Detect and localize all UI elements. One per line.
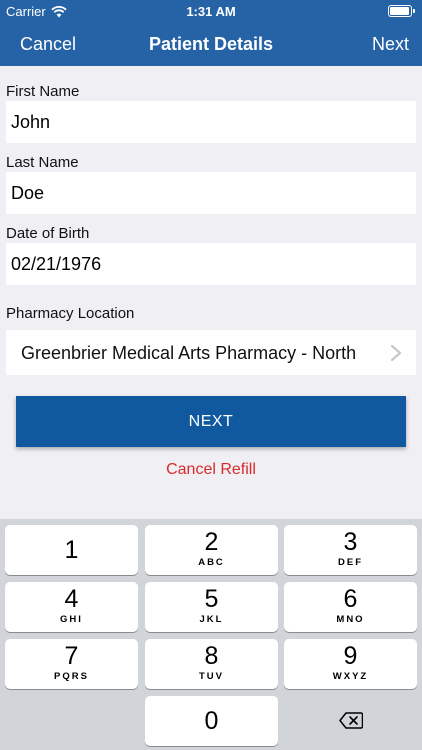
- pharmacy-location-select[interactable]: Greenbrier Medical Arts Pharmacy - North: [6, 330, 416, 375]
- next-button[interactable]: NEXT: [16, 396, 406, 447]
- key-letters: PQRS: [54, 671, 89, 682]
- key-letters: MNO: [336, 614, 365, 625]
- next-nav-button[interactable]: Next: [372, 34, 409, 55]
- key-letters: TUV: [199, 671, 224, 682]
- key-letters: JKL: [199, 614, 224, 625]
- delete-key[interactable]: [284, 696, 417, 746]
- numeric-keypad: 1 2 ABC 3 DEF 4 GHI 5 JKL 6 MNO 7 PQRS 8…: [0, 519, 422, 750]
- key-1[interactable]: 1: [5, 525, 138, 575]
- key-2[interactable]: 2 ABC: [145, 525, 278, 575]
- key-letters: GHI: [60, 614, 83, 625]
- last-name-label: Last Name: [6, 154, 79, 171]
- cancel-button[interactable]: Cancel: [20, 34, 76, 55]
- key-5[interactable]: 5 JKL: [145, 582, 278, 632]
- dob-label: Date of Birth: [6, 225, 90, 242]
- battery-fill: [390, 7, 409, 15]
- key-digit: 7: [64, 642, 79, 670]
- status-time: 1:31 AM: [186, 4, 236, 19]
- key-3[interactable]: 3 DEF: [284, 525, 417, 575]
- chevron-right-icon: [390, 344, 402, 362]
- cancel-refill-link[interactable]: Cancel Refill: [0, 461, 422, 479]
- key-8[interactable]: 8 TUV: [145, 639, 278, 689]
- first-name-label: First Name: [6, 83, 80, 100]
- key-digit: 9: [343, 642, 358, 670]
- key-6[interactable]: 6 MNO: [284, 582, 417, 632]
- key-0[interactable]: 0: [145, 696, 278, 746]
- key-digit: 0: [204, 707, 219, 735]
- key-7[interactable]: 7 PQRS: [5, 639, 138, 689]
- key-digit: 3: [343, 528, 358, 556]
- battery-icon: [388, 5, 415, 17]
- key-4[interactable]: 4 GHI: [5, 582, 138, 632]
- top-bar: Carrier 1:31 AM Cancel Patient Details N…: [0, 0, 422, 66]
- key-digit: 6: [343, 585, 358, 613]
- key-letters: WXYZ: [332, 671, 369, 682]
- key-letters: ABC: [198, 557, 225, 568]
- pharmacy-location-value: Greenbrier Medical Arts Pharmacy - North: [21, 343, 357, 363]
- key-digit: 1: [64, 536, 79, 564]
- key-digit: 5: [204, 585, 219, 613]
- key-digit: 8: [204, 642, 219, 670]
- delete-backspace-icon: [339, 712, 363, 729]
- last-name-field[interactable]: [6, 172, 416, 214]
- key-digit: 2: [204, 528, 219, 556]
- navigation-bar: Cancel Patient Details Next: [0, 22, 422, 66]
- key-digit: 4: [64, 585, 79, 613]
- pharmacy-location-label: Pharmacy Location: [6, 305, 135, 322]
- dob-field[interactable]: [6, 243, 416, 285]
- status-bar: Carrier 1:31 AM: [0, 0, 422, 22]
- key-9[interactable]: 9 WXYZ: [284, 639, 417, 689]
- key-letters: DEF: [338, 557, 363, 568]
- first-name-field[interactable]: [6, 101, 416, 143]
